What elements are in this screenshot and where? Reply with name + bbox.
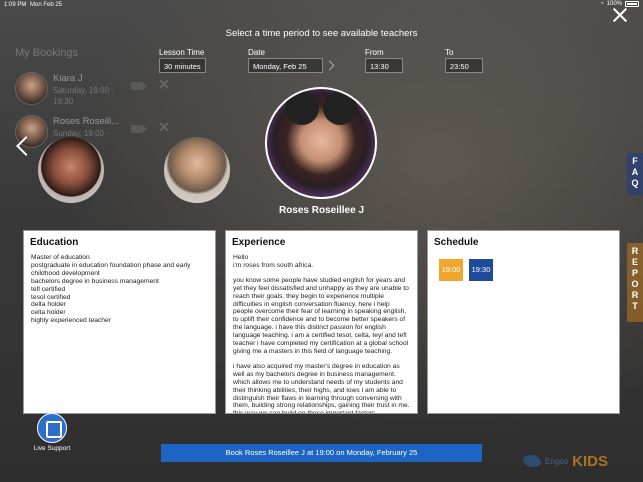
schedule-title: Schedule	[434, 237, 479, 248]
from-time-select[interactable]: 13:30	[365, 58, 403, 73]
status-right: ◔ 100%	[600, 1, 639, 7]
education-line: celta holder	[31, 309, 66, 317]
teacher-photo-previous[interactable]	[38, 137, 104, 203]
headband-ear-right	[323, 91, 357, 125]
teacher-name: Roses Roseillee J	[278, 205, 365, 216]
teacher-photo-next[interactable]	[164, 137, 230, 203]
battery-percent: 100%	[606, 1, 622, 7]
avatar	[15, 72, 48, 105]
status-time: 1:09 PM	[4, 2, 27, 8]
education-title: Education	[30, 237, 79, 248]
lesson-time-select[interactable]: 30 minutes	[159, 58, 206, 73]
education-line: bachelors degree in business management	[31, 277, 159, 285]
headband-ear-left	[285, 91, 319, 125]
experience-card[interactable]: Experience Hello i'm roses from south af…	[225, 230, 418, 414]
booking-item[interactable]: Roses Roseill... Sunday, 19:00 - 19:30 ✕	[15, 115, 185, 151]
status-date: Mon Feb 25	[30, 2, 63, 8]
booking-name: Kiara J	[53, 73, 83, 84]
time-slot-selected[interactable]: 19:00	[439, 259, 463, 281]
status-bar: 1:09 PM Mon Feb 25 ◔ 100%	[0, 0, 643, 10]
date-select[interactable]: Monday, Feb 25	[248, 58, 323, 73]
faq-label: FAQ	[631, 156, 639, 188]
report-label: REPORT	[631, 246, 639, 311]
video-camera-icon[interactable]	[131, 125, 147, 133]
chevron-right-icon[interactable]	[326, 59, 334, 73]
report-tab[interactable]: REPORT	[627, 243, 643, 322]
experience-text: Hello i'm roses from south africa. you k…	[226, 248, 417, 414]
cancel-booking-icon[interactable]: ✕	[158, 76, 170, 93]
battery-icon	[625, 1, 639, 7]
experience-title: Experience	[232, 237, 286, 248]
to-time-select[interactable]: 23:50	[445, 58, 483, 73]
lesson-time-label: Lesson Time	[159, 48, 205, 57]
from-label: From	[365, 48, 384, 57]
education-line: Master of education	[31, 254, 90, 261]
education-line: delta holder	[31, 301, 66, 309]
to-label: To	[445, 48, 454, 57]
brand-kids: KIDS	[572, 452, 608, 470]
education-line: postgraduate in education foundation pha…	[31, 261, 191, 277]
education-line: highly experienced teacher	[31, 317, 111, 325]
chat-icon[interactable]	[37, 413, 67, 443]
book-button[interactable]: Book Roses Roseillee J at 19:00 on Monda…	[161, 444, 482, 462]
cancel-booking-icon[interactable]: ✕	[158, 119, 170, 136]
close-icon[interactable]	[613, 8, 627, 22]
schedule-card: Schedule 19:00 19:30	[427, 230, 620, 414]
date-label: Date	[248, 48, 265, 57]
live-support-label: Live Support	[33, 445, 71, 452]
chevron-left-icon[interactable]	[14, 135, 30, 157]
brand-logo: Engoo KIDS	[523, 451, 635, 471]
live-support[interactable]: Live Support	[34, 413, 70, 453]
experience-paragraph: i have also acquired my master's degree …	[233, 362, 410, 414]
booking-item[interactable]: Kiara J Saturday, 19:00 - 19:30 ✕	[15, 72, 185, 108]
wifi-icon: ◔	[600, 1, 604, 7]
experience-paragraph: you know some people have studied englis…	[233, 276, 409, 355]
education-card: Education Master of education postgradua…	[23, 230, 216, 414]
page-title: Select a time period to see available te…	[225, 28, 418, 39]
experience-paragraph: Hello i'm roses from south africa.	[233, 254, 314, 269]
time-slot[interactable]: 19:30	[469, 259, 493, 281]
booking-name: Roses Roseill...	[53, 116, 119, 127]
bookings-title: My Bookings	[15, 47, 78, 59]
teacher-photo	[265, 87, 377, 199]
faq-tab[interactable]: FAQ	[627, 153, 643, 195]
education-line: tesol certified	[31, 293, 71, 301]
video-camera-icon[interactable]	[131, 82, 147, 90]
brand-text: Engoo	[545, 456, 569, 466]
booking-time: Saturday, 19:00 - 19:30	[53, 86, 114, 106]
brand-mark-icon	[523, 455, 541, 467]
education-line: tefl certified	[31, 285, 66, 293]
education-list: Master of education postgraduate in educ…	[24, 248, 215, 325]
